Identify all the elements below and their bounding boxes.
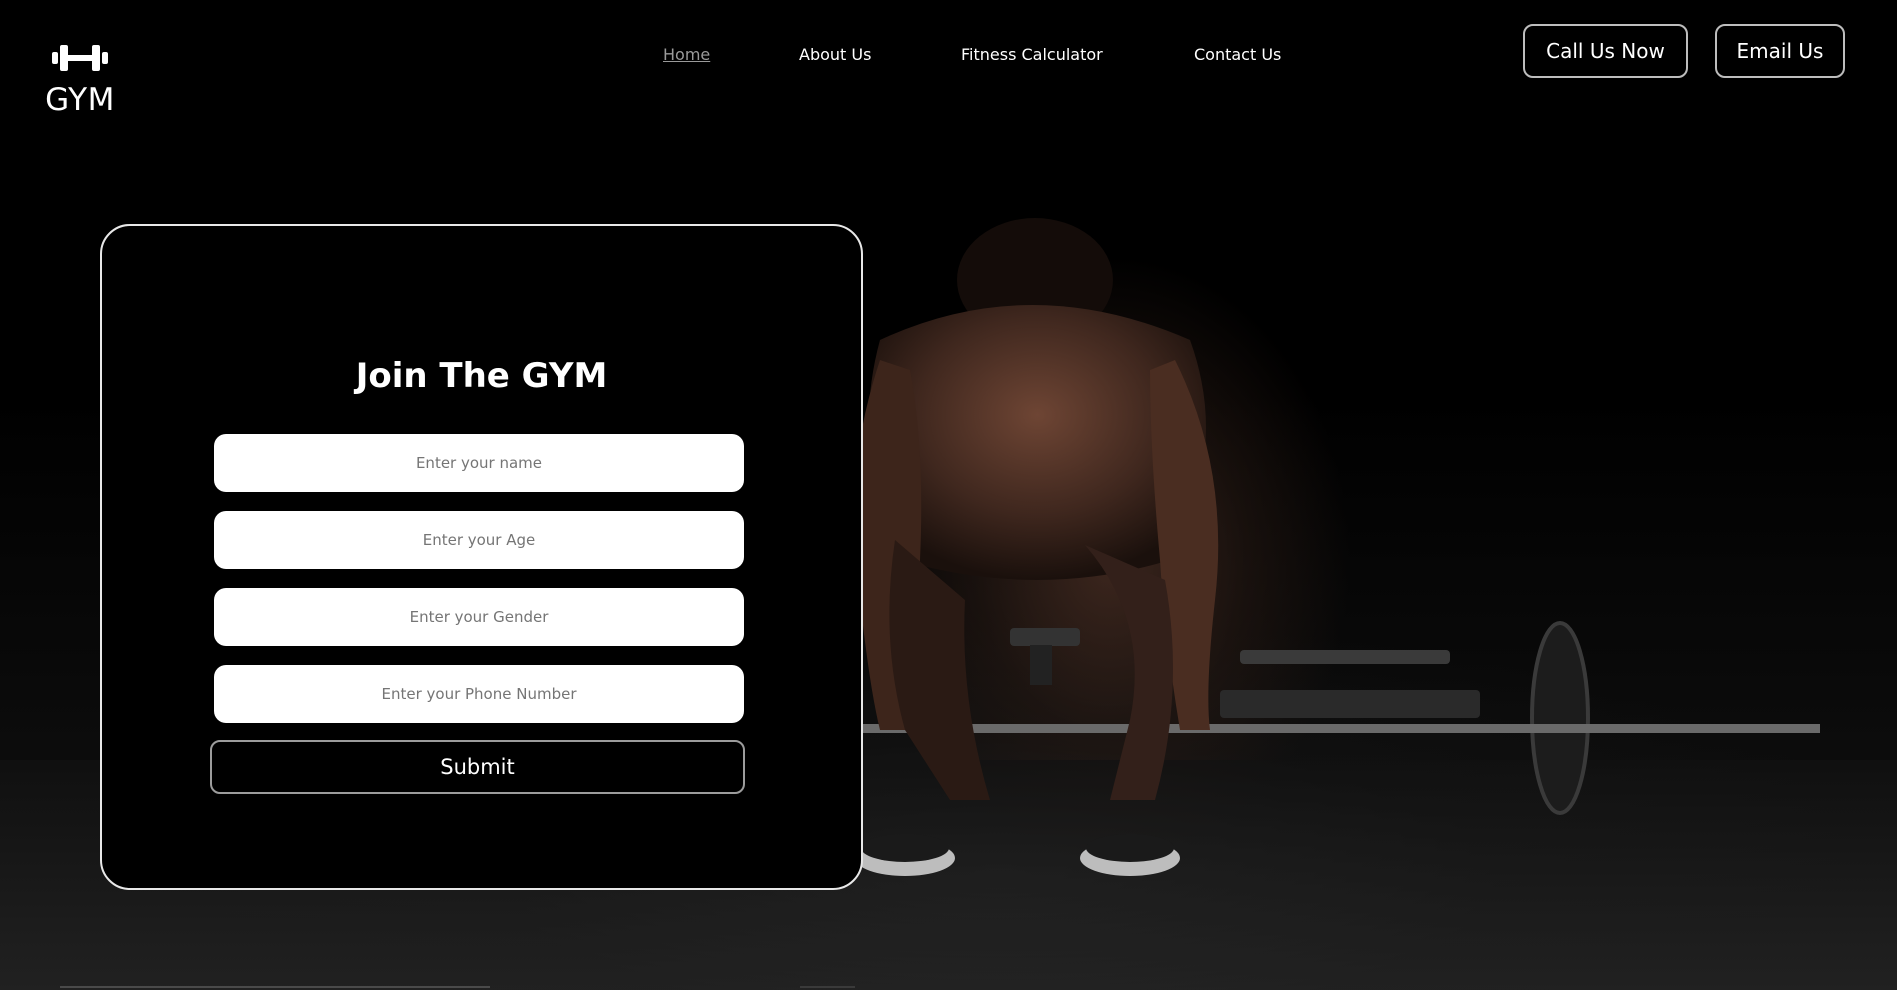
divider [800,986,855,988]
nav-contact-us[interactable]: Contact Us [1194,45,1281,64]
brand-name: GYM [45,82,115,118]
horizontal-scrollbar[interactable] [60,986,490,988]
nav-about-us[interactable]: About Us [799,45,871,64]
form-title: Join The GYM [355,356,608,396]
age-input[interactable] [214,511,744,569]
call-us-now-button[interactable]: Call Us Now [1523,24,1688,78]
phone-number-input[interactable] [214,665,744,723]
nav-home[interactable]: Home [663,45,710,64]
email-us-button[interactable]: Email Us [1715,24,1845,78]
gender-input[interactable] [214,588,744,646]
submit-button[interactable]: Submit [210,740,745,794]
nav-fitness-calculator[interactable]: Fitness Calculator [961,45,1103,64]
name-input[interactable] [214,434,744,492]
join-form-card: Join The GYM Submit [100,224,863,890]
